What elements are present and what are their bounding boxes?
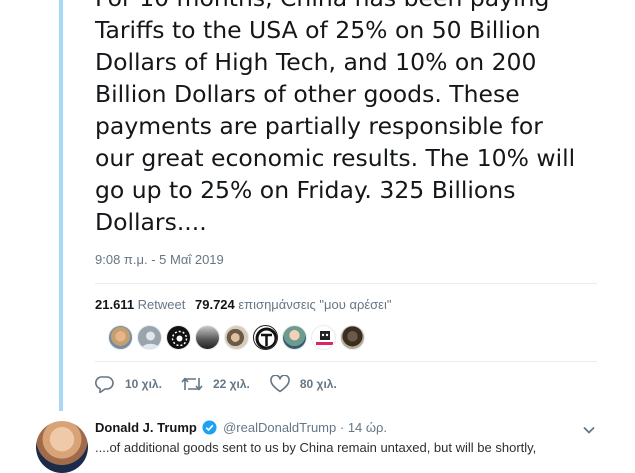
retweet-button[interactable]: 22 χιλ. bbox=[181, 375, 250, 393]
tweet-stats: 21.611 Retweet 79.724 επισημάνσεις "μου … bbox=[95, 297, 391, 312]
like-count: 80 χιλ. bbox=[299, 377, 337, 391]
tweet-timestamp[interactable]: 9:08 π.μ. - 5 Μαΐ 2019 bbox=[95, 252, 224, 267]
avatar[interactable] bbox=[340, 325, 365, 350]
reply-button[interactable]: 10 χιλ. bbox=[95, 375, 162, 393]
retweet-icon bbox=[181, 377, 203, 391]
avatar[interactable] bbox=[36, 421, 88, 473]
tweet-time[interactable]: · 14 ώρ. bbox=[340, 420, 387, 435]
next-tweet-header: Donald J. Trump @realDonaldTrump · 14 ώρ… bbox=[95, 420, 387, 435]
avatar[interactable] bbox=[282, 325, 307, 350]
next-tweet-text: ....of additional goods sent to us by Ch… bbox=[95, 440, 537, 455]
tweet-text: For 10 months, China has been paying Tar… bbox=[95, 0, 576, 236]
avatar[interactable] bbox=[195, 325, 220, 350]
avatar[interactable] bbox=[253, 325, 278, 350]
verified-icon bbox=[202, 420, 217, 435]
avatar[interactable] bbox=[137, 325, 162, 350]
author-name[interactable]: Donald J. Trump bbox=[95, 420, 197, 435]
like-button[interactable]: 80 χιλ. bbox=[270, 375, 337, 393]
chevron-down-icon[interactable] bbox=[583, 424, 595, 436]
avatar[interactable] bbox=[311, 325, 336, 350]
avatar[interactable] bbox=[166, 325, 191, 350]
thread-line bbox=[59, 0, 63, 411]
author-handle[interactable]: @realDonaldTrump bbox=[223, 420, 336, 435]
avatar[interactable] bbox=[224, 325, 249, 350]
liker-avatars bbox=[108, 325, 369, 350]
reply-icon bbox=[95, 376, 114, 393]
tweet-actions: 10 χιλ. 22 χιλ. 80 χιλ. bbox=[95, 375, 337, 393]
avatar[interactable] bbox=[108, 325, 133, 350]
divider bbox=[95, 361, 597, 362]
retweet-stat[interactable]: 21.611 Retweet bbox=[95, 297, 185, 312]
heart-icon bbox=[270, 375, 290, 393]
retweet-count: 22 χιλ. bbox=[212, 377, 250, 391]
reply-count: 10 χιλ. bbox=[125, 377, 162, 391]
likes-stat[interactable]: 79.724 επισημάνσεις "μου αρέσει" bbox=[195, 297, 391, 312]
divider bbox=[95, 283, 597, 284]
